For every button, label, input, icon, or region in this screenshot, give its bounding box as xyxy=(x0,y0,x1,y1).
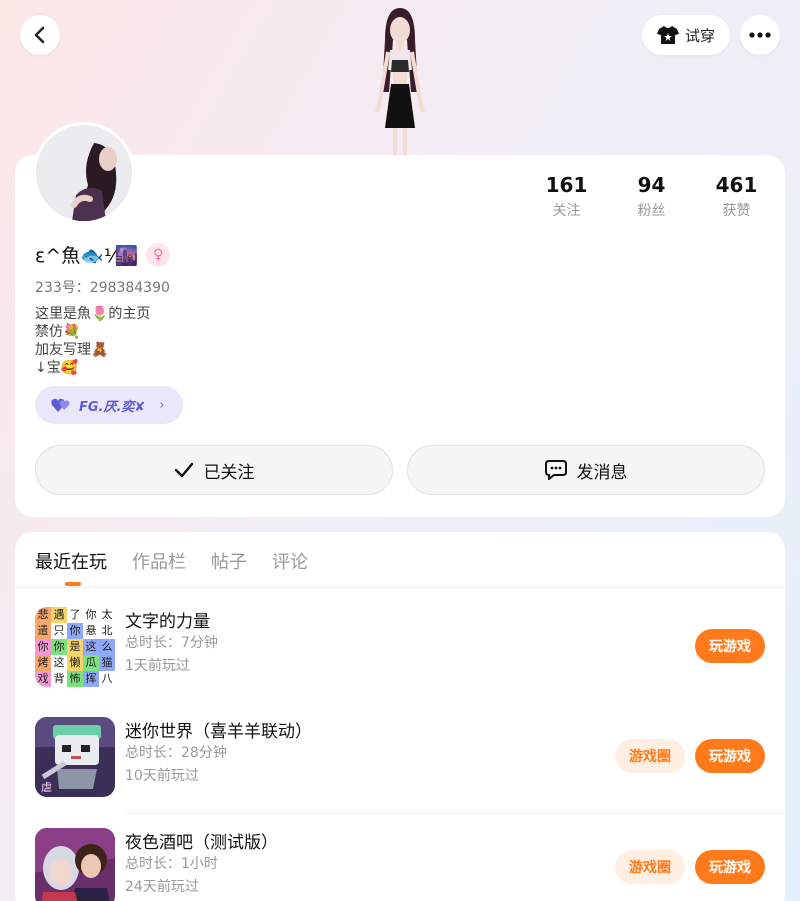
chevron-right-icon: › xyxy=(159,397,165,413)
grid-character: 戏 xyxy=(35,671,51,687)
stat-likes[interactable]: 461 获赞 xyxy=(694,172,779,220)
tshirt-icon xyxy=(656,26,679,44)
game-circle-button[interactable]: 游戏圈 xyxy=(615,850,685,884)
follow-label: 已关注 xyxy=(203,462,255,483)
mini-world-icon: 虐 xyxy=(35,717,115,797)
grid-character: 北 xyxy=(99,623,115,639)
game-circle-button[interactable]: 游戏圈 xyxy=(615,739,685,773)
bio: 这里是魚🌷的主页 禁仿💐 加友写理🧸 ↓宝🥰 xyxy=(35,305,150,377)
chevron-left-icon xyxy=(34,26,45,44)
game-row[interactable]: 夜色酒吧（测试版） 总时长：1小时 24天前玩过 游戏圈 玩游戏 xyxy=(35,828,765,901)
game-title: 夜色酒吧（测试版） xyxy=(125,833,278,853)
3d-avatar-figure[interactable] xyxy=(355,0,445,158)
grid-character: 猫 xyxy=(99,655,115,671)
grid-character: 太 xyxy=(99,607,115,623)
game-last-played: 24天前玩过 xyxy=(125,879,199,895)
grid-character: 你 xyxy=(67,623,83,639)
back-button[interactable] xyxy=(20,15,60,55)
tab-works[interactable]: 作品栏 xyxy=(132,548,186,574)
divider xyxy=(15,587,785,588)
grid-character: 遇 xyxy=(51,607,67,623)
character-grid: 悲遇了你太遣只你悬北你你是这么烤这懒瓜猫戏背怖挥八 xyxy=(35,607,115,687)
game-title: 迷你世界（喜羊羊联动） xyxy=(125,722,312,742)
game-duration: 总时长：7分钟 xyxy=(125,635,218,651)
tab-bar: 最近在玩 作品栏 帖子 评论 xyxy=(35,548,308,574)
likes-label: 获赞 xyxy=(722,203,751,219)
grid-character: 这 xyxy=(51,655,67,671)
tab-comments[interactable]: 评论 xyxy=(272,548,308,574)
tab-posts[interactable]: 帖子 xyxy=(211,548,247,574)
game-last-played: 10天前玩过 xyxy=(125,768,199,784)
divider xyxy=(125,813,785,814)
grid-character: 么 xyxy=(99,639,115,655)
game-last-played: 1天前玩过 xyxy=(125,658,190,674)
avatar[interactable] xyxy=(33,122,135,224)
bio-line: 这里是魚🌷的主页 xyxy=(35,306,151,322)
nickname-row: ε^魚🐟⅟🌆 ♀ xyxy=(35,241,171,268)
followers-label: 粉丝 xyxy=(637,203,666,219)
grid-character: 八 xyxy=(99,671,115,687)
bio-line: ↓宝🥰 xyxy=(35,360,79,376)
night-bar-icon xyxy=(35,828,115,901)
grid-character: 这 xyxy=(83,639,99,655)
chat-bubble-icon xyxy=(544,460,567,480)
bio-line: 加友写理🧸 xyxy=(35,342,109,358)
group-pill[interactable]: FG.厌.奕✘ › xyxy=(35,386,183,424)
grid-character: 你 xyxy=(51,639,67,655)
grid-character: 怖 xyxy=(67,671,83,687)
stat-followers[interactable]: 94 粉丝 xyxy=(609,172,694,220)
play-game-button[interactable]: 玩游戏 xyxy=(695,739,765,773)
tab-indicator xyxy=(65,582,81,586)
more-button[interactable] xyxy=(740,15,780,55)
grid-character: 背 xyxy=(51,671,67,687)
game-row[interactable]: 虐 迷你世界（喜羊羊联动） 总时长：28分钟 10天前玩过 游戏圈 玩游戏 xyxy=(35,717,765,797)
check-icon xyxy=(174,462,193,478)
grid-character: 你 xyxy=(35,639,51,655)
play-game-button[interactable]: 玩游戏 xyxy=(695,850,765,884)
grid-character: 悲 xyxy=(35,607,51,623)
grid-character: 遣 xyxy=(35,623,51,639)
double-heart-icon xyxy=(51,398,70,412)
follow-button[interactable]: 已关注 xyxy=(35,445,393,495)
game-row[interactable]: 悲遇了你太遣只你悬北你你是这么烤这懒瓜猫戏背怖挥八 文字的力量 总时长：7分钟 … xyxy=(35,607,765,687)
stats-row: 161 关注 94 粉丝 461 获赞 xyxy=(524,172,779,220)
grid-character: 懒 xyxy=(67,655,83,671)
group-label: FG.厌.奕✘ xyxy=(79,399,146,415)
game-title: 文字的力量 xyxy=(125,612,210,632)
message-label: 发消息 xyxy=(576,462,628,483)
svg-text:虐: 虐 xyxy=(41,781,52,794)
try-on-label: 试穿 xyxy=(684,26,715,45)
user-id: 233号：298384390 xyxy=(35,280,170,296)
bio-line: 禁仿💐 xyxy=(35,324,81,340)
followers-count: 94 xyxy=(637,173,666,197)
more-dots-icon xyxy=(749,32,771,38)
grid-character: 挥 xyxy=(83,671,99,687)
stat-following[interactable]: 161 关注 xyxy=(524,172,609,220)
grid-character: 只 xyxy=(51,623,67,639)
likes-count: 461 xyxy=(715,173,758,197)
tab-recently-played[interactable]: 最近在玩 xyxy=(35,548,107,574)
game-duration: 总时长：28分钟 xyxy=(125,745,227,761)
grid-character: 瓜 xyxy=(83,655,99,671)
grid-character: 悬 xyxy=(83,623,99,639)
grid-character: 烤 xyxy=(35,655,51,671)
try-on-button[interactable]: 试穿 xyxy=(642,15,730,55)
grid-character: 是 xyxy=(67,639,83,655)
game-duration: 总时长：1小时 xyxy=(125,856,218,872)
following-label: 关注 xyxy=(552,203,581,219)
play-game-button[interactable]: 玩游戏 xyxy=(695,629,765,663)
grid-character: 了 xyxy=(67,607,83,623)
grid-character: 你 xyxy=(83,607,99,623)
nickname: ε^魚🐟⅟🌆 xyxy=(35,245,139,267)
character-grid-icon: 悲遇了你太遣只你悬北你你是这么烤这懒瓜猫戏背怖挥八 xyxy=(35,607,115,687)
message-button[interactable]: 发消息 xyxy=(407,445,765,495)
following-count: 161 xyxy=(545,173,588,197)
female-gender-icon: ♀ xyxy=(146,242,171,267)
